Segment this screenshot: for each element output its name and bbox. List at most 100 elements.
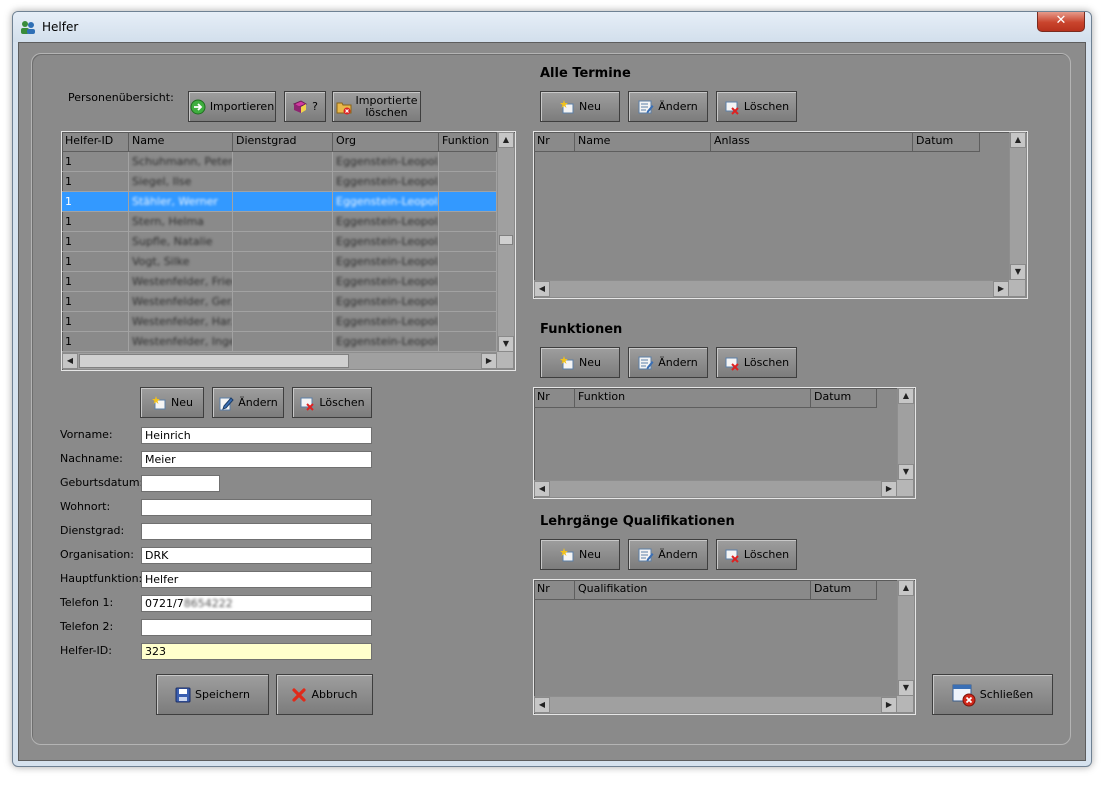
scroll-left-icon[interactable]: ◀ — [534, 281, 550, 297]
lehrgaenge-vertical-scrollbar[interactable]: ▲ ▼ — [897, 580, 914, 696]
scroll-left-icon[interactable]: ◀ — [534, 481, 550, 497]
help-button-label: ? — [312, 100, 318, 113]
lehrgaenge-table[interactable]: Nr Qualifikation Datum ▲ ▼ ◀ ▶ — [533, 579, 916, 715]
wohnort-field[interactable] — [141, 499, 372, 516]
scroll-right-icon[interactable]: ▶ — [881, 481, 897, 497]
table-row[interactable]: 1 Stern, Helma Eggenstein-Leopol... — [62, 212, 497, 232]
column-header-nr[interactable]: Nr — [534, 580, 575, 600]
person-new-button[interactable]: Neu — [140, 387, 204, 418]
table-row[interactable]: 1 Westenfelder, Har... Eggenstein-Leopol..… — [62, 312, 497, 332]
cell-text-id: 1 — [65, 335, 72, 348]
scroll-left-icon[interactable]: ◀ — [534, 697, 550, 713]
scroll-up-icon[interactable]: ▲ — [1010, 132, 1026, 148]
scroll-up-icon[interactable]: ▲ — [898, 388, 914, 404]
cell-text-org: Eggenstein-Leopol... — [336, 335, 439, 348]
column-header-nr[interactable]: Nr — [534, 388, 575, 408]
termine-delete-button[interactable]: Löschen — [716, 91, 797, 122]
table-row[interactable]: 1 Westenfelder, Frieda Eggenstein-Leopol..… — [62, 272, 497, 292]
column-header-name[interactable]: Name — [575, 132, 711, 152]
lehrgaenge-delete-label: Löschen — [743, 548, 790, 561]
lehrgaenge-horizontal-scrollbar[interactable]: ◀ ▶ — [534, 696, 897, 713]
funktionen-edit-button[interactable]: Ändern — [628, 347, 708, 378]
title-bar[interactable]: Helfer ✕ — [13, 12, 1091, 42]
person-new-label: Neu — [171, 396, 193, 409]
scroll-right-icon[interactable]: ▶ — [481, 353, 497, 369]
person-delete-button[interactable]: Löschen — [292, 387, 372, 418]
column-header-funktion[interactable]: Funktion — [439, 132, 497, 152]
import-button[interactable]: Importieren — [188, 91, 276, 122]
helfer-id-field[interactable]: 323 — [141, 643, 372, 660]
cancel-button[interactable]: Abbruch — [276, 674, 373, 715]
green-arrow-icon — [190, 99, 206, 114]
column-header-helfer-id[interactable]: Helfer-ID — [62, 132, 129, 152]
funktionen-vertical-scrollbar[interactable]: ▲ ▼ — [897, 388, 914, 480]
scroll-down-icon[interactable]: ▼ — [1010, 264, 1026, 280]
telefon2-field[interactable] — [141, 619, 372, 636]
cell-text-org: Eggenstein-Leopol... — [336, 255, 439, 268]
save-button[interactable]: Speichern — [156, 674, 269, 715]
scroll-up-icon[interactable]: ▲ — [898, 580, 914, 596]
delete-imported-button[interactable]: Importierte löschen — [332, 91, 421, 122]
termine-edit-button[interactable]: Ändern — [628, 91, 708, 122]
persons-vscroll-thumb[interactable] — [499, 235, 513, 245]
column-header-dienstgrad[interactable]: Dienstgrad — [233, 132, 333, 152]
hauptfunktion-field[interactable]: Helfer — [141, 571, 372, 588]
vorname-field[interactable]: Heinrich — [141, 427, 372, 444]
table-row[interactable]: 1 Schuhmann, Peter Eggenstein-Leopol... — [62, 152, 497, 172]
column-header-funktion[interactable]: Funktion — [575, 388, 811, 408]
funktionen-table[interactable]: Nr Funktion Datum ▲ ▼ ◀ ▶ — [533, 387, 916, 499]
table-cell-dienstgrad — [233, 212, 333, 232]
table-row[interactable]: 1 Westenfelder, Inge Eggenstein-Leopol... — [62, 332, 497, 352]
save-button-label: Speichern — [195, 688, 250, 701]
scroll-down-icon[interactable]: ▼ — [498, 336, 514, 352]
telefon1-field[interactable]: 0721/78654222 — [141, 595, 372, 612]
column-header-anlass[interactable]: Anlass — [711, 132, 913, 152]
persons-hscroll-thumb[interactable] — [79, 354, 349, 368]
lehrgaenge-delete-button[interactable]: Löschen — [716, 539, 797, 570]
column-header-qualifikation[interactable]: Qualifikation — [575, 580, 811, 600]
scroll-down-icon[interactable]: ▼ — [898, 464, 914, 480]
table-row[interactable]: 1 Siegel, Ilse Eggenstein-Leopol... — [62, 172, 497, 192]
help-button[interactable]: ? — [284, 91, 326, 122]
termine-horizontal-scrollbar[interactable]: ◀ ▶ — [534, 280, 1009, 297]
cell-text-id: 1 — [65, 155, 72, 168]
termine-table[interactable]: Nr Name Anlass Datum ▲ ▼ ◀ ▶ — [533, 131, 1028, 299]
funktionen-title: Funktionen — [540, 322, 623, 337]
nachname-field[interactable]: Meier — [141, 451, 372, 468]
column-header-datum[interactable]: Datum — [811, 580, 877, 600]
person-edit-button[interactable]: Ändern — [212, 387, 284, 418]
column-header-nr[interactable]: Nr — [534, 132, 575, 152]
persons-vertical-scrollbar[interactable]: ▲ ▼ — [497, 132, 514, 352]
persons-horizontal-scrollbar[interactable]: ◀ ▶ — [62, 352, 497, 369]
scroll-right-icon[interactable]: ▶ — [881, 697, 897, 713]
table-row[interactable]: 1 Stähler, Werner Eggenstein-Leopol... — [62, 192, 497, 212]
column-header-name[interactable]: Name — [129, 132, 233, 152]
organisation-field[interactable]: DRK — [141, 547, 372, 564]
funktionen-new-button[interactable]: Neu — [540, 347, 620, 378]
scroll-left-icon[interactable]: ◀ — [62, 353, 78, 369]
scroll-down-icon[interactable]: ▼ — [898, 680, 914, 696]
folder-delete-icon — [336, 102, 352, 114]
table-row[interactable]: 1 Supfle, Natalie Eggenstein-Leopol... — [62, 232, 497, 252]
column-header-datum[interactable]: Datum — [811, 388, 877, 408]
column-header-datum[interactable]: Datum — [913, 132, 980, 152]
persons-table[interactable]: Helfer-ID Name Dienstgrad Org Funktion 1… — [61, 131, 516, 371]
table-cell-org: Eggenstein-Leopol... — [333, 172, 439, 192]
window-close-button[interactable]: ✕ — [1037, 12, 1085, 32]
table-row[interactable]: 1 Vogt, Silke Eggenstein-Leopol... — [62, 252, 497, 272]
geburtsdatum-field[interactable] — [141, 475, 220, 492]
table-row[interactable]: 1 Westenfelder, Ger... Eggenstein-Leopol..… — [62, 292, 497, 312]
termine-new-button[interactable]: Neu — [540, 91, 620, 122]
dienstgrad-field[interactable] — [141, 523, 372, 540]
table-cell-funktion — [439, 192, 497, 212]
column-header-org[interactable]: Org — [333, 132, 439, 152]
lehrgaenge-edit-button[interactable]: Ändern — [628, 539, 708, 570]
scroll-up-icon[interactable]: ▲ — [498, 132, 514, 148]
termine-vertical-scrollbar[interactable]: ▲ ▼ — [1009, 132, 1026, 280]
close-button[interactable]: Schließen — [932, 674, 1053, 715]
floppy-disk-icon — [175, 687, 191, 702]
scroll-right-icon[interactable]: ▶ — [993, 281, 1009, 297]
funktionen-horizontal-scrollbar[interactable]: ◀ ▶ — [534, 480, 897, 497]
funktionen-delete-button[interactable]: Löschen — [716, 347, 797, 378]
lehrgaenge-new-button[interactable]: Neu — [540, 539, 620, 570]
